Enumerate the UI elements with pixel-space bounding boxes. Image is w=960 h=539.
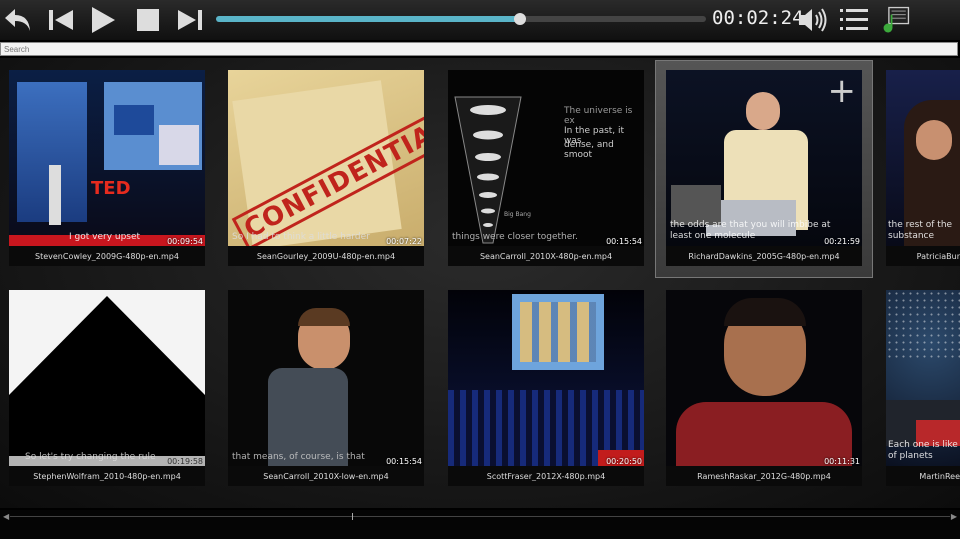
video-tile-selected[interactable]: + the odds are that you will imbibe at l…	[666, 70, 862, 266]
duration: 00:09:54	[167, 237, 203, 246]
file-name: PatriciaBur	[916, 252, 960, 261]
seek-progress	[216, 16, 520, 22]
file-name: RichardDawkins_2005G-480p-en.mp4	[688, 252, 840, 261]
duration: 00:07:22	[386, 237, 422, 246]
playlist-icon[interactable]	[838, 4, 870, 36]
subtitle: So I had to think a little harder	[232, 232, 370, 242]
skip-previous-icon[interactable]	[45, 4, 77, 36]
file-name: StephenWolfram_2010-480p-en.mp4	[33, 472, 181, 481]
slide-text: The universe is ex	[564, 106, 633, 126]
duration: 00:11:31	[824, 457, 860, 466]
file-name: SeanCarroll_2010X-480p-en.mp4	[479, 252, 613, 261]
player-toolbar: 00:02:24	[0, 0, 960, 40]
video-thumbnail	[448, 290, 644, 466]
subtitle: I got very upset	[69, 232, 141, 242]
scroll-left-icon[interactable]: ◀	[3, 512, 9, 521]
play-icon[interactable]	[87, 4, 119, 36]
video-thumbnail: So let's try changing the rule	[9, 290, 205, 466]
seek-bar[interactable]	[216, 13, 706, 25]
media-library-icon[interactable]	[880, 4, 912, 36]
seek-handle[interactable]	[513, 13, 526, 25]
duration: 00:15:54	[606, 237, 642, 246]
slide-label: Big Bang	[504, 211, 531, 218]
add-to-playlist-icon[interactable]: +	[828, 74, 857, 108]
file-name: SeanGourley_2009U-480p-en.mp4	[256, 252, 396, 261]
video-tile[interactable]: So let's try changing the rule 00:19:58 …	[9, 290, 205, 486]
duration: 00:20:50	[606, 457, 642, 466]
video-tile[interactable]: 00:20:50 ScottFraser_2012X-480p.mp4	[448, 290, 644, 486]
video-tile[interactable]: TED I got very upset 00:09:54 StevenCowl…	[9, 70, 205, 266]
duration: 00:15:54	[386, 457, 422, 466]
scroll-thumb[interactable]	[352, 513, 353, 520]
timecode: 00:02:24	[712, 7, 804, 29]
video-tile[interactable]: CONFIDENTIAL So I had to think a little …	[228, 70, 424, 266]
scroll-track[interactable]	[10, 516, 950, 517]
ted-logo: TED	[91, 178, 131, 199]
scroll-right-icon[interactable]: ▶	[951, 512, 957, 521]
volume-icon[interactable]	[797, 4, 829, 36]
video-tile[interactable]: Each one is like of planets MartinRee	[886, 290, 960, 486]
video-tile[interactable]: that means, of course, is that 00:15:54 …	[228, 290, 424, 486]
video-tile[interactable]: the rest of the substance PatriciaBur	[886, 70, 960, 266]
video-thumbnail: + the odds are that you will imbibe at l…	[666, 70, 862, 246]
subtitle: So let's try changing the rule	[25, 452, 156, 462]
stop-icon[interactable]	[132, 4, 164, 36]
video-thumbnail: TED I got very upset	[9, 70, 205, 246]
search-input[interactable]	[0, 42, 958, 56]
slide-text: dense, and smoot	[564, 140, 614, 160]
file-name: RameshRaskar_2012G-480p.mp4	[697, 472, 831, 481]
horizontal-scrollbar[interactable]: ◀ ▶	[0, 510, 960, 539]
file-name: SeanCarroll_2010X-low-en.mp4	[263, 472, 389, 481]
video-thumbnail: The universe is ex In the past, it was d…	[448, 70, 644, 246]
file-name: ScottFraser_2012X-480p.mp4	[486, 472, 606, 481]
video-tile[interactable]: 00:11:31 RameshRaskar_2012G-480p.mp4	[666, 290, 862, 486]
video-tile[interactable]: The universe is ex In the past, it was d…	[448, 70, 644, 266]
video-thumbnail: Each one is like of planets	[886, 290, 960, 466]
back-icon[interactable]	[2, 4, 34, 36]
file-name: MartinRee	[919, 472, 960, 481]
file-name: StevenCowley_2009G-480p-en.mp4	[35, 252, 179, 261]
subtitle: things were closer together.	[452, 232, 579, 242]
skip-next-icon[interactable]	[174, 4, 206, 36]
subtitle: Each one is like of planets	[888, 440, 958, 461]
video-thumbnail: CONFIDENTIAL So I had to think a little …	[228, 70, 424, 246]
subtitle: the odds are that you will imbibe at lea…	[670, 220, 831, 241]
video-thumbnail	[666, 290, 862, 466]
duration: 00:19:58	[167, 457, 203, 466]
subtitle: that means, of course, is that	[232, 452, 365, 462]
subtitle: the rest of the substance	[888, 220, 953, 241]
video-thumbnail: that means, of course, is that	[228, 290, 424, 466]
duration: 00:21:59	[824, 237, 860, 246]
video-thumbnail: the rest of the substance	[886, 70, 960, 246]
